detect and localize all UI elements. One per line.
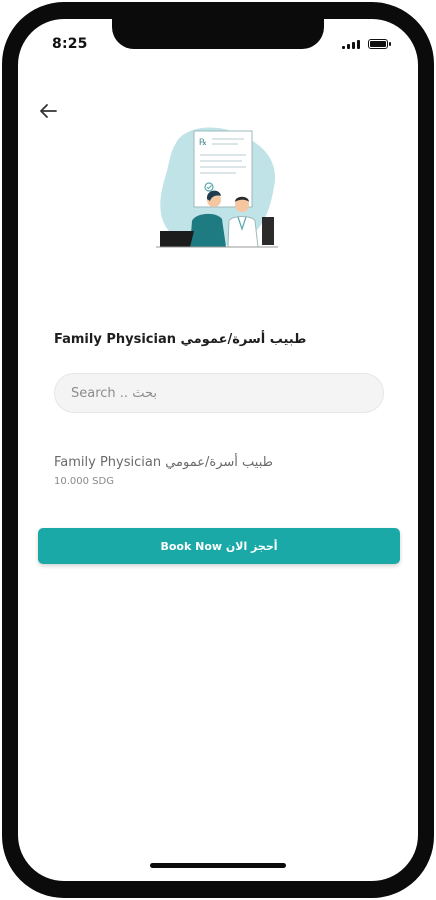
page-title: Family Physician طبيب أسرة/عمومي [54, 332, 307, 347]
doctor-consultation-illustration: ℞ [156, 127, 278, 248]
phone-mockup: 8:25 ℞ Family Physician طبيب أسرة/عمومي … [0, 0, 436, 900]
svg-text:℞: ℞ [199, 138, 207, 148]
app-screen: 8:25 ℞ Family Physician طبيب أسرة/عمومي … [18, 19, 418, 881]
search-input[interactable] [54, 373, 384, 413]
status-icons [342, 39, 391, 49]
cellular-signal-icon [342, 39, 360, 49]
arrow-left-icon[interactable] [36, 99, 60, 123]
home-indicator [150, 863, 286, 868]
status-time: 8:25 [52, 36, 88, 52]
list-item[interactable]: Family Physician طبيب أسرة/عمومي 10.000 … [54, 455, 354, 487]
service-name: Family Physician طبيب أسرة/عمومي [54, 455, 273, 470]
service-price: 10.000 SDG [54, 476, 114, 487]
phone-notch [112, 19, 324, 49]
battery-icon [368, 39, 391, 49]
book-now-button[interactable]: Book Now أحجز الان [38, 528, 400, 564]
